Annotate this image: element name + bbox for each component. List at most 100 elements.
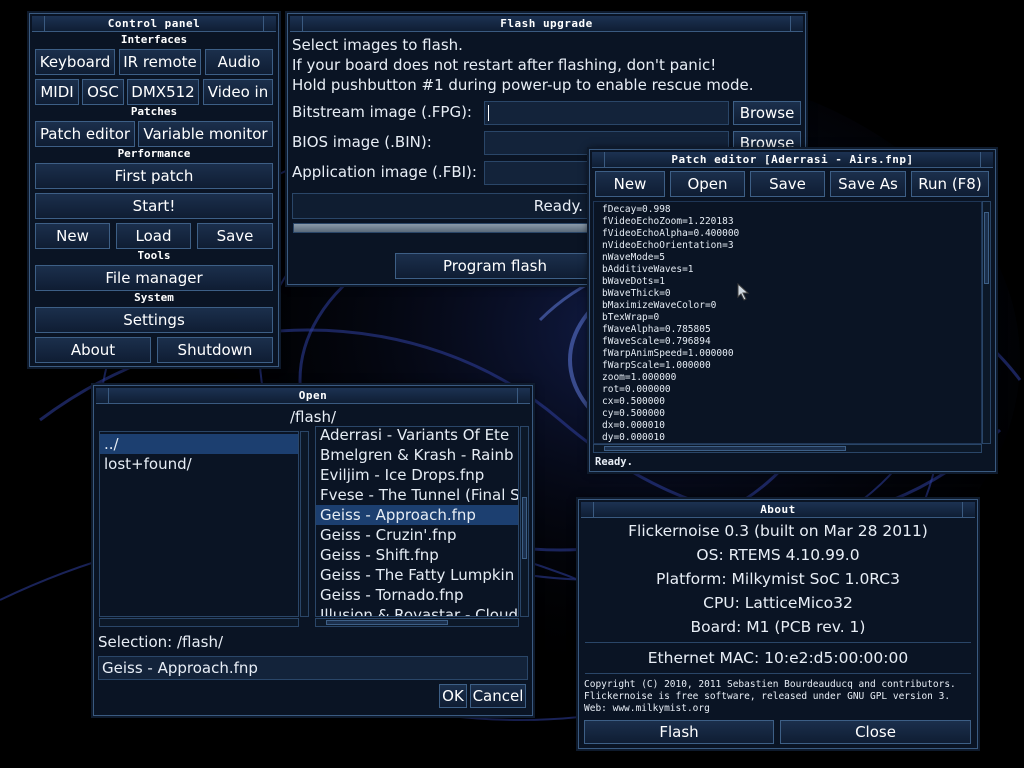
titlebar-right-cap [517, 388, 530, 403]
dmx512-button[interactable]: DMX512 [127, 79, 199, 105]
about-close-button[interactable]: Close [780, 720, 971, 744]
file-manager-button[interactable]: File manager [35, 265, 273, 291]
code-line: cy=0.500000 [602, 408, 665, 419]
patch-new-button[interactable]: New [595, 171, 665, 197]
flash-info-line-1: Select images to flash. [292, 36, 463, 54]
cancel-button[interactable]: Cancel [470, 684, 526, 708]
code-line: dx=0.000010 [602, 420, 665, 431]
bitstream-input[interactable] [484, 101, 729, 125]
flash-upgrade-titlebar[interactable]: Flash upgrade [290, 16, 803, 32]
code-line: nWaveMode=5 [602, 252, 665, 263]
file-list[interactable]: Aderrasi - Variants Of Ete Bmelgren & Kr… [315, 426, 519, 617]
code-line: fDecay=0.998 [602, 204, 671, 215]
about-button[interactable]: About [35, 337, 151, 363]
scrollbar-thumb[interactable] [604, 446, 846, 451]
titlebar-left-cap [592, 152, 605, 167]
keyboard-button[interactable]: Keyboard [35, 49, 115, 75]
osc-button[interactable]: OSC [82, 79, 124, 105]
about-flash-button[interactable]: Flash [584, 720, 774, 744]
titlebar-right-cap [962, 502, 975, 517]
section-patches: Patches [130, 105, 178, 118]
settings-button[interactable]: Settings [35, 307, 273, 333]
folder-list-horizontal-scrollbar[interactable] [99, 618, 299, 627]
patch-editor-title: Patch editor [Aderrasi - Airs.fnp] [671, 153, 914, 166]
code-line: fWaveAlpha=0.785805 [602, 324, 711, 335]
filename-input[interactable]: Geiss - Approach.fnp [98, 656, 528, 680]
control-panel-titlebar[interactable]: Control panel [32, 16, 276, 32]
start-button[interactable]: Start! [35, 193, 273, 219]
file-item[interactable]: Bmelgren & Krash - Rainb [316, 445, 518, 465]
code-line: bWaveThick=0 [602, 288, 671, 299]
code-line: rot=0.000000 [602, 384, 671, 395]
about-divider [585, 642, 971, 643]
code-line: fWarpAnimSpeed=1.000000 [602, 348, 734, 359]
file-item[interactable]: Geiss - Tornado.fnp [316, 585, 518, 605]
section-system: System [134, 291, 174, 304]
file-list-horizontal-scrollbar[interactable] [315, 618, 519, 627]
code-line: cx=0.500000 [602, 396, 665, 407]
about-mac: Ethernet MAC: 10:e2:d5:00:00:00 [647, 649, 909, 667]
file-item[interactable]: Geiss - Cruzin'.fnp [316, 525, 518, 545]
code-line: bAdditiveWaves=1 [602, 264, 694, 275]
midi-button[interactable]: MIDI [35, 79, 79, 105]
patch-horizontal-scrollbar[interactable] [593, 444, 982, 453]
scrollbar-thumb[interactable] [326, 620, 448, 625]
code-line: fVideoEchoAlpha=0.400000 [602, 228, 740, 239]
file-item[interactable]: Geiss - The Fatty Lumpkin [316, 565, 518, 585]
selection-label: Selection: /flash/ [98, 633, 224, 651]
flash-info-line-2: If your board does not restart after fla… [292, 56, 717, 74]
scrollbar-thumb[interactable] [522, 497, 527, 559]
file-item[interactable]: Geiss - Approach.fnp [316, 505, 518, 525]
open-dialog-titlebar[interactable]: Open [96, 388, 530, 404]
scrollbar-thumb[interactable] [984, 212, 989, 284]
about-board: Board: M1 (PCB rev. 1) [690, 618, 866, 636]
ir-remote-button[interactable]: IR remote [119, 49, 201, 75]
about-titlebar[interactable]: About [581, 502, 975, 518]
open-dialog-title: Open [298, 389, 328, 402]
file-item[interactable]: Eviljim - Ice Drops.fnp [316, 465, 518, 485]
patch-code-editor[interactable]: fDecay=0.998 fVideoEchoZoom=1.220183 fVi… [593, 201, 982, 444]
audio-button[interactable]: Audio [205, 49, 273, 75]
current-path: /flash/ [289, 408, 337, 426]
bios-label: BIOS image (.BIN): [292, 133, 432, 151]
flash-status-text: Ready. [533, 197, 583, 215]
flash-info-line-3: Hold pushbutton #1 during power-up to en… [292, 76, 754, 94]
video-in-button[interactable]: Video in [203, 79, 273, 105]
file-item[interactable]: Illusion & Rovastar - Cloud [316, 605, 518, 616]
license-line: Flickernoise is free software, released … [584, 691, 951, 702]
program-flash-button[interactable]: Program flash [395, 253, 595, 279]
patch-editor-titlebar[interactable]: Patch editor [Aderrasi - Airs.fnp] [592, 152, 993, 168]
first-patch-button[interactable]: First patch [35, 163, 273, 189]
patch-save-button[interactable]: Save [750, 171, 825, 197]
folder-list[interactable]: ../ lost+found/ [99, 431, 299, 617]
file-list-vertical-scrollbar[interactable] [520, 426, 529, 617]
section-interfaces: Interfaces [120, 33, 188, 46]
shutdown-button[interactable]: Shutdown [157, 337, 273, 363]
application-label: Application image (.FBI): [292, 163, 477, 181]
folder-list-scrollbar[interactable] [300, 431, 309, 617]
patch-run-button[interactable]: Run (F8) [911, 171, 989, 197]
new-button[interactable]: New [35, 223, 110, 249]
file-item[interactable]: Fvese - The Tunnel (Final S [316, 485, 518, 505]
file-item[interactable]: Aderrasi - Variants Of Ete [316, 427, 518, 445]
code-line: nVideoEchoOrientation=3 [602, 240, 734, 251]
variable-monitor-button[interactable]: Variable monitor [138, 121, 273, 147]
code-line: fWaveScale=0.796894 [602, 336, 711, 347]
folder-item[interactable]: lost+found/ [100, 454, 298, 474]
code-line: bTexWrap=0 [602, 312, 660, 323]
patch-save-as-button[interactable]: Save As [830, 171, 906, 197]
copyright-line: Copyright (C) 2010, 2011 Sebastien Bourd… [584, 679, 956, 690]
save-button[interactable]: Save [197, 223, 273, 249]
ok-button[interactable]: OK [439, 684, 467, 708]
mouse-pointer-icon [737, 283, 750, 301]
code-line: dy=0.000010 [602, 432, 665, 443]
code-line: zoom=1.000000 [602, 372, 677, 383]
patch-vertical-scrollbar[interactable] [982, 201, 991, 444]
file-item[interactable]: Geiss - Shift.fnp [316, 545, 518, 565]
patch-editor-button[interactable]: Patch editor [35, 121, 135, 147]
patch-open-button[interactable]: Open [670, 171, 745, 197]
about-cpu: CPU: LatticeMico32 [703, 594, 853, 612]
folder-item[interactable]: ../ [100, 434, 298, 454]
load-button[interactable]: Load [116, 223, 191, 249]
bitstream-browse-button[interactable]: Browse [733, 101, 801, 125]
